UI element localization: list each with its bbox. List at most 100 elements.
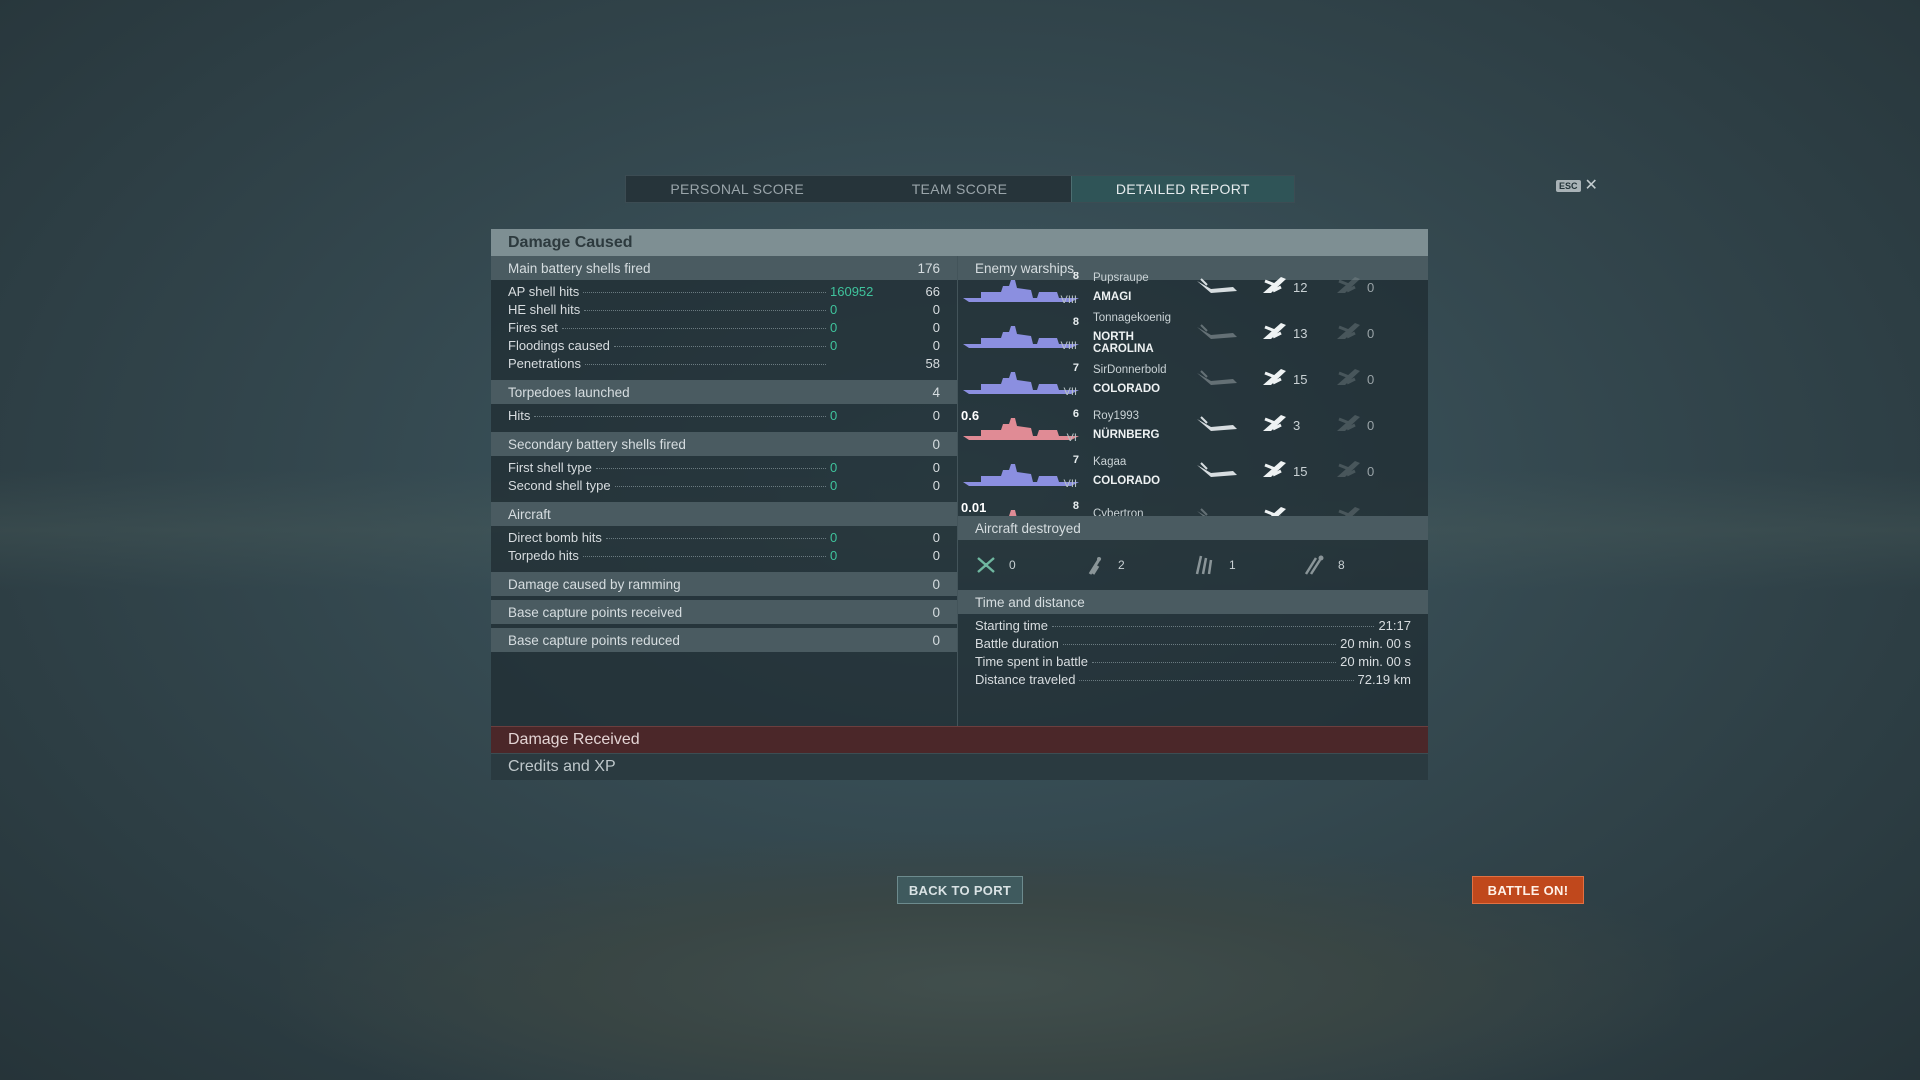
enemy-ship-row[interactable]: 7 VII SirDonnerbold COLORADO 15 0 bbox=[958, 356, 1428, 402]
air-cell-scout: 8 bbox=[1302, 554, 1411, 576]
torpedo-rows: Hits 0 0 bbox=[491, 404, 957, 432]
dotted-leader bbox=[582, 556, 826, 557]
panel-title[interactable]: Damage Caused bbox=[491, 229, 1428, 256]
report-tabs: PERSONAL SCORE TEAM SCORE DETAILED REPOR… bbox=[625, 175, 1295, 203]
scout-plane-icon bbox=[1304, 555, 1324, 575]
stat-label: Floodings caused bbox=[508, 338, 610, 353]
stat-value: 0 bbox=[932, 460, 940, 475]
secondary-header: Secondary battery shells fired 0 bbox=[491, 432, 957, 456]
hits-icon bbox=[1259, 319, 1289, 348]
stat-value: 0 bbox=[932, 320, 940, 335]
main-battery-header: Main battery shells fired 176 bbox=[491, 256, 957, 280]
stat-row: Battle duration 20 min. 00 s bbox=[975, 636, 1411, 654]
stat-label: Starting time bbox=[975, 618, 1048, 633]
ship-stats: 15 0 bbox=[1193, 365, 1399, 394]
stat-damage: 0 bbox=[830, 460, 838, 475]
section-value: 4 bbox=[932, 384, 940, 400]
stat-row: Time spent in battle 20 min. 00 s bbox=[975, 654, 1411, 672]
dotted-leader bbox=[605, 538, 826, 539]
torpedo-hits-icon bbox=[1333, 411, 1363, 440]
stat-damage: 0 bbox=[830, 408, 838, 423]
hits-icon bbox=[1259, 365, 1289, 394]
hits-icon bbox=[1259, 503, 1289, 516]
sunk-ship-icon bbox=[1193, 321, 1239, 345]
torpedo-hits-icon bbox=[1333, 365, 1363, 394]
ship-class-badge: 8 bbox=[1072, 316, 1079, 328]
back-to-port-button[interactable]: BACK TO PORT bbox=[897, 876, 1023, 904]
sunk-ship-icon bbox=[1193, 413, 1239, 437]
esc-key-badge: ESC bbox=[1556, 180, 1581, 192]
sunk-ship-icon bbox=[1193, 459, 1239, 483]
section-label: Main battery shells fired bbox=[508, 260, 651, 276]
stat-row: First shell type 0 0 bbox=[508, 460, 940, 478]
secondary-rows: First shell type 0 0 Second shell type 0 0 bbox=[491, 456, 957, 502]
stat-row: Starting time 21:17 bbox=[975, 618, 1411, 636]
close-control[interactable]: ESC ✕ bbox=[1556, 178, 1598, 194]
enemy-warships-list[interactable]: 8 VIII Pupsraupe AMAGI 12 0 8 VIII Tonnagekoenig… bbox=[958, 272, 1428, 516]
section-label: Time and distance bbox=[975, 594, 1085, 610]
player-name: Tonnagekoenig bbox=[1093, 311, 1172, 324]
dotted-leader bbox=[534, 416, 826, 417]
stat-value: 0 bbox=[932, 548, 940, 563]
ship-stats: 12 0 bbox=[1193, 273, 1399, 302]
ship-class-badge: 6 bbox=[1072, 408, 1079, 420]
enemy-ship-row[interactable]: 8 VIII Tonnagekoenig NORTH CAROLINA 13 0 bbox=[958, 310, 1428, 356]
battle-on-button[interactable]: BATTLE ON! bbox=[1472, 876, 1584, 904]
right-column: Enemy warships 8 VIII Pupsraupe AMAGI 12 0 8 VI… bbox=[958, 256, 1428, 726]
damage-received-section[interactable]: Damage Received bbox=[491, 726, 1428, 753]
ship-damage-overlay: 0.01 bbox=[961, 500, 987, 515]
stat-damage: 0 bbox=[830, 478, 838, 493]
ship-class-badge: 8 bbox=[1072, 272, 1079, 282]
torpedo-hits-count: 0 bbox=[1367, 371, 1375, 387]
ship-name: NÜRNBERG bbox=[1093, 428, 1160, 441]
stat-row: AP shell hits 160952 66 bbox=[508, 284, 940, 302]
section-value: 0 bbox=[932, 436, 940, 452]
ship-tier: VII bbox=[1063, 386, 1077, 398]
enemy-ship-row[interactable]: 7 VII Kagaa COLORADO 15 0 bbox=[958, 448, 1428, 494]
stat-row: Distance traveled 72.19 km bbox=[975, 672, 1411, 690]
dotted-leader bbox=[1079, 680, 1354, 681]
aircraft-header: Aircraft bbox=[491, 502, 957, 526]
section-label: Aircraft bbox=[508, 506, 551, 522]
section-label: Damage caused by ramming bbox=[508, 576, 681, 592]
tab-personal-score[interactable]: PERSONAL SCORE bbox=[626, 176, 848, 202]
air-cell-fighter: 0 bbox=[975, 554, 1084, 576]
scouts-destroyed: 8 bbox=[1338, 558, 1345, 572]
dotted-leader bbox=[614, 486, 826, 487]
ramming-row: Damage caused by ramming 0 bbox=[491, 572, 957, 596]
dotted-leader bbox=[584, 310, 826, 311]
stat-label: Second shell type bbox=[508, 478, 611, 493]
enemy-ship-row[interactable]: 8 VIII Pupsraupe AMAGI 12 0 bbox=[958, 272, 1428, 310]
tab-detailed-report[interactable]: DETAILED REPORT bbox=[1070, 176, 1294, 202]
ship-names: Cybertron bbox=[1093, 508, 1193, 517]
tab-team-score[interactable]: TEAM SCORE bbox=[848, 176, 1070, 202]
ship-silhouette: 8 VIII bbox=[961, 272, 1081, 306]
stat-value: 20 min. 00 s bbox=[1340, 654, 1411, 669]
stat-label: First shell type bbox=[508, 460, 592, 475]
stat-label: Time spent in battle bbox=[975, 654, 1088, 669]
enemy-ship-row[interactable]: 6 VI 0.6 Roy1993 NÜRNBERG 3 0 bbox=[958, 402, 1428, 448]
hits-icon bbox=[1259, 273, 1289, 302]
stat-damage: 0 bbox=[830, 338, 838, 353]
close-icon[interactable]: ✕ bbox=[1585, 178, 1598, 194]
player-name: Roy1993 bbox=[1093, 409, 1140, 422]
player-name: Kagaa bbox=[1093, 455, 1127, 468]
stat-row: Floodings caused 0 0 bbox=[508, 338, 940, 356]
capture-reduced-row: Base capture points reduced 0 bbox=[491, 628, 957, 652]
enemy-ship-row[interactable]: 8 0.01 Cybertron bbox=[958, 494, 1428, 516]
ship-tier: VII bbox=[1063, 478, 1077, 490]
ship-names: Tonnagekoenig NORTH CAROLINA bbox=[1093, 312, 1193, 355]
ship-damage-overlay: 0.6 bbox=[961, 408, 980, 423]
ship-tier: VI bbox=[1066, 432, 1077, 444]
ship-name: COLORADO bbox=[1093, 474, 1161, 487]
time-distance-header: Time and distance bbox=[958, 590, 1428, 614]
air-cell-dive-bomber: 1 bbox=[1193, 554, 1302, 576]
credits-xp-section[interactable]: Credits and XP bbox=[491, 753, 1428, 780]
crossed-planes-icon bbox=[977, 557, 995, 573]
stat-row: Penetrations 58 bbox=[508, 356, 940, 374]
sunk-ship-icon bbox=[1193, 505, 1239, 516]
ship-tier: VIII bbox=[1060, 340, 1077, 352]
stat-row: Torpedo hits 0 0 bbox=[508, 548, 940, 566]
section-label: Secondary battery shells fired bbox=[508, 436, 686, 452]
sunk-ship-icon bbox=[1193, 275, 1239, 299]
